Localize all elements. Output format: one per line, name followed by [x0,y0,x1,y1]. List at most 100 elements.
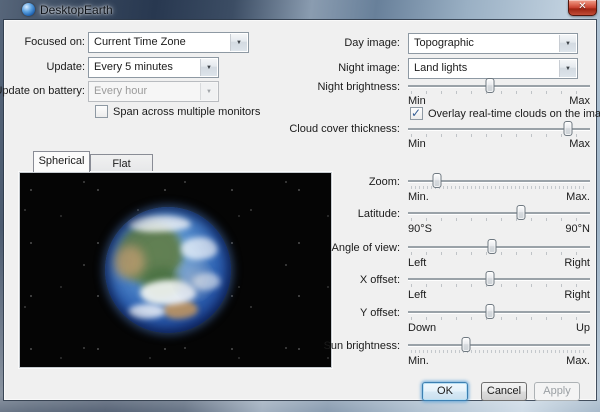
chevron-down-icon: ▼ [201,63,217,73]
update-on-battery-label: Update on battery: [0,85,85,97]
cloud-cover-slider[interactable] [408,121,590,137]
night-image-select[interactable]: Land lights ▼ [408,58,578,79]
tab-spherical[interactable]: Spherical [33,151,90,172]
latitude-north-label: 90°N [565,223,590,235]
angle-of-view-thumb[interactable] [487,239,496,254]
span-monitors-checkbox[interactable] [95,105,108,118]
x-offset-left-label: Left [408,289,426,301]
latitude-slider[interactable] [408,205,590,221]
sun-brightness-thumb[interactable] [462,337,471,352]
specular-glare [171,257,216,302]
cloud-cover-thumb[interactable] [564,121,573,136]
cloud [181,237,219,260]
ok-button[interactable]: OK [422,382,468,401]
day-image-value: Topographic [414,34,474,53]
x-offset-thumb[interactable] [485,271,494,286]
focused-on-dropdown-button[interactable]: ▼ [230,34,247,51]
update-dropdown-button[interactable]: ▼ [200,59,217,76]
y-offset-label: Y offset: [360,307,400,319]
day-image-label: Day image: [344,37,400,49]
latitude-label: Latitude: [358,208,400,220]
zoom-slider[interactable] [408,173,590,189]
angle-of-view-label: Angle of view: [332,242,400,254]
cloud-cover-label: Cloud cover thickness: [289,123,400,135]
zoom-max-label: Max. [566,191,590,203]
app-globe-icon [22,3,35,16]
chevron-down-icon: ▼ [231,38,247,48]
angle-of-view-slider[interactable] [408,239,590,255]
tab-flat[interactable]: Flat [90,154,153,172]
cloud [128,215,191,233]
update-select[interactable]: Every 5 minutes ▼ [88,57,219,78]
x-offset-right-label: Right [564,289,590,301]
slider-ticks [411,284,587,287]
close-button[interactable]: ✕ [568,0,597,16]
slider-ticks [411,252,587,255]
slider-track [408,278,590,280]
slider-track [408,311,590,313]
day-image-select[interactable]: Topographic ▼ [408,33,578,54]
cloud [128,304,166,319]
focused-on-label: Focused on: [24,36,85,48]
earth-preview [19,172,332,368]
latitude-thumb[interactable] [516,205,525,220]
slider-ticks [411,317,587,320]
chevron-down-icon: ▼ [201,87,217,97]
sun-brightness-min-label: Min. [408,355,429,367]
y-offset-slider[interactable] [408,304,590,320]
night-brightness-thumb[interactable] [485,78,494,93]
slider-track [408,246,590,248]
night-brightness-slider[interactable] [408,78,590,94]
sun-brightness-slider[interactable] [408,337,590,353]
checkmark-icon: ✓ [411,106,421,120]
x-offset-label: X offset: [360,274,400,286]
landmass [118,222,184,282]
chevron-down-icon: ▼ [560,39,576,49]
y-offset-thumb[interactable] [485,304,494,319]
focused-on-value: Current Time Zone [94,33,186,52]
titlebar[interactable]: DesktopEarth ✕ [0,0,600,20]
y-offset-down-label: Down [408,322,436,334]
update-on-battery-dropdown-button: ▼ [200,83,217,100]
slider-ticks [411,218,587,221]
span-monitors-label: Span across multiple monitors [113,106,260,118]
slider-ticks [411,91,587,94]
cloud [140,280,195,305]
update-on-battery-value: Every hour [94,82,147,101]
window-title: DesktopEarth [40,3,113,17]
cancel-button[interactable]: Cancel [481,382,527,401]
slider-ticks [411,134,587,137]
chevron-down-icon: ▼ [560,64,576,74]
apply-button[interactable]: Apply [534,382,580,401]
latitude-south-label: 90°S [408,223,432,235]
close-icon: ✕ [578,1,586,12]
cloud-cover-max-label: Max [569,138,590,150]
focused-on-select[interactable]: Current Time Zone ▼ [88,32,249,53]
landmass [143,267,181,300]
night-brightness-max-label: Max [569,95,590,107]
slider-ticks [411,350,587,353]
tab-spherical-label: Spherical [39,152,85,167]
update-value: Every 5 minutes [94,58,173,77]
desktopearth-dialog: DesktopEarth ✕ Focused on: Current Time … [0,0,600,412]
earth-globe [105,207,231,333]
night-image-value: Land lights [414,59,467,78]
x-offset-slider[interactable] [408,271,590,287]
zoom-thumb[interactable] [433,173,442,188]
cloud-cover-min-label: Min [408,138,426,150]
slider-track [408,344,590,346]
angle-left-label: Left [408,257,426,269]
overlay-clouds-label: Overlay real-time clouds on the image [428,108,600,120]
slider-track [408,212,590,214]
landmass [113,245,146,278]
sun-brightness-max-label: Max. [566,355,590,367]
slider-track [408,85,590,87]
tab-flat-label: Flat [112,155,130,170]
day-image-dropdown-button[interactable]: ▼ [559,35,576,52]
angle-right-label: Right [564,257,590,269]
night-image-dropdown-button[interactable]: ▼ [559,60,576,77]
overlay-clouds-checkbox[interactable]: ✓ [410,107,423,120]
update-label: Update: [46,61,85,73]
night-image-label: Night image: [338,62,400,74]
cloud [193,273,221,291]
